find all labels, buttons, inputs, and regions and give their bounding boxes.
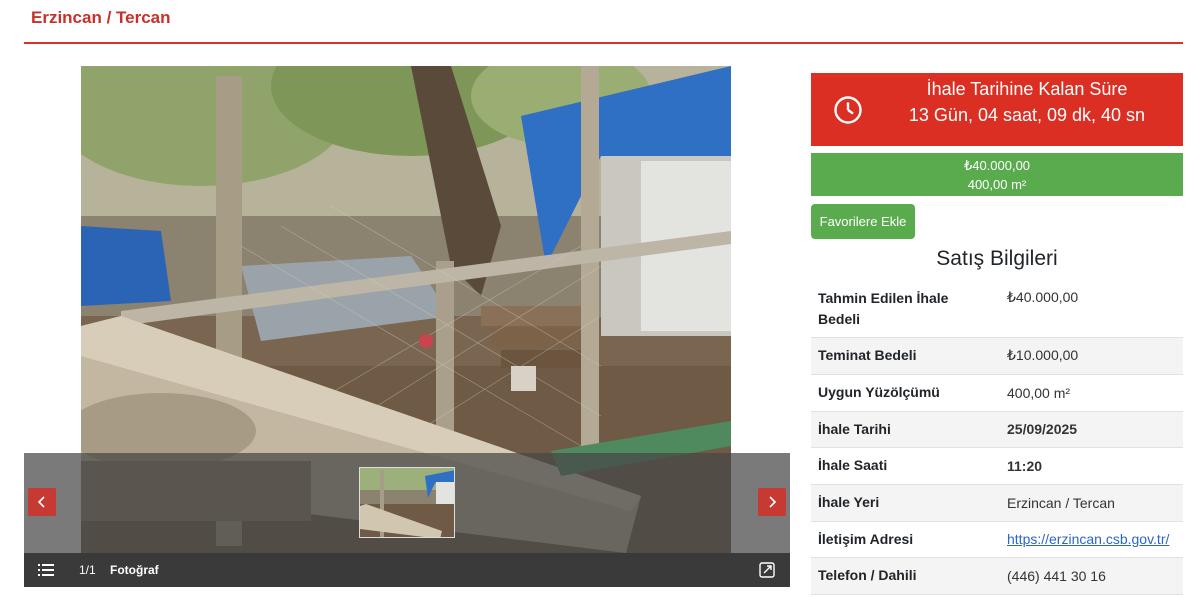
row-label: Uygun Yüzölçümü — [811, 374, 1000, 412]
price-amount: ₺40.000,00 — [963, 158, 1031, 173]
photo-thumbnail[interactable] — [359, 467, 455, 538]
page-title: Erzincan / Tercan — [31, 8, 171, 27]
contact-link[interactable]: https://erzincan.csb.gov.tr/ — [1007, 531, 1169, 547]
thumbnail-image — [360, 468, 454, 537]
table-row: İhale Yeri Erzincan / Tercan — [811, 484, 1183, 522]
photo-gallery: 1/1 Fotoğraf — [24, 66, 790, 587]
countdown-value: 13 Gün, 04 saat, 09 dk, 40 sn — [908, 105, 1146, 125]
countdown-box: İhale Tarihine Kalan Süre 13 Gün, 04 saa… — [811, 73, 1183, 146]
row-label: Teminat Bedeli — [811, 337, 1000, 375]
photo-caption: Fotoğraf — [110, 563, 159, 577]
row-label: İletişim Adresi — [811, 521, 1000, 558]
row-label: İhale Yeri — [811, 484, 1000, 522]
title-divider — [24, 42, 1183, 44]
row-label: İhale Saati — [811, 447, 1000, 485]
price-area: 400,00 m² — [967, 177, 1027, 192]
price-summary: ₺40.000,00 400,00 m² — [811, 153, 1183, 196]
row-value: 25/09/2025 — [1000, 411, 1183, 448]
row-label: İhale Tarihi — [811, 411, 1000, 448]
chevron-right-icon — [769, 496, 777, 508]
photo-counter: 1/1 — [79, 563, 96, 577]
countdown-title: İhale Tarihine Kalan Süre — [926, 79, 1128, 99]
next-photo-button[interactable] — [758, 488, 786, 516]
chevron-left-icon — [37, 496, 45, 508]
row-value: 400,00 m² — [1000, 374, 1183, 412]
table-row: İhale Tarihi 25/09/2025 — [811, 411, 1183, 448]
table-row: Uygun Yüzölçümü 400,00 m² — [811, 374, 1183, 412]
row-value: (446) 441 30 16 — [1000, 557, 1183, 595]
expand-icon[interactable] — [759, 562, 775, 578]
table-row: İhale Saati 11:20 — [811, 447, 1183, 485]
row-value: ₺10.000,00 — [1000, 337, 1183, 375]
row-label: Telefon / Dahili — [811, 557, 1000, 595]
table-row: Tahmin Edilen İhale Bedeli ₺40.000,00 — [811, 281, 1183, 338]
table-row: Telefon / Dahili (446) 441 30 16 — [811, 557, 1183, 595]
clock-icon — [834, 96, 862, 124]
row-label: Tahmin Edilen İhale Bedeli — [811, 281, 1000, 338]
row-value: 11:20 — [1000, 447, 1183, 485]
table-row: İletişim Adresi https://erzincan.csb.gov… — [811, 521, 1183, 558]
previous-photo-button[interactable] — [28, 488, 56, 516]
list-icon[interactable] — [38, 562, 54, 578]
row-value: ₺40.000,00 — [1000, 281, 1183, 338]
row-value: Erzincan / Tercan — [1000, 484, 1183, 522]
sale-info-table: Tahmin Edilen İhale Bedeli ₺40.000,00 Te… — [811, 281, 1183, 595]
row-value: https://erzincan.csb.gov.tr/ — [1000, 521, 1183, 558]
sale-info-title: Satış Bilgileri — [936, 247, 1058, 270]
add-to-favorites-button[interactable]: Favorilere Ekle — [811, 204, 915, 239]
gallery-toolbar: 1/1 Fotoğraf — [24, 553, 790, 587]
table-row: Teminat Bedeli ₺10.000,00 — [811, 337, 1183, 375]
